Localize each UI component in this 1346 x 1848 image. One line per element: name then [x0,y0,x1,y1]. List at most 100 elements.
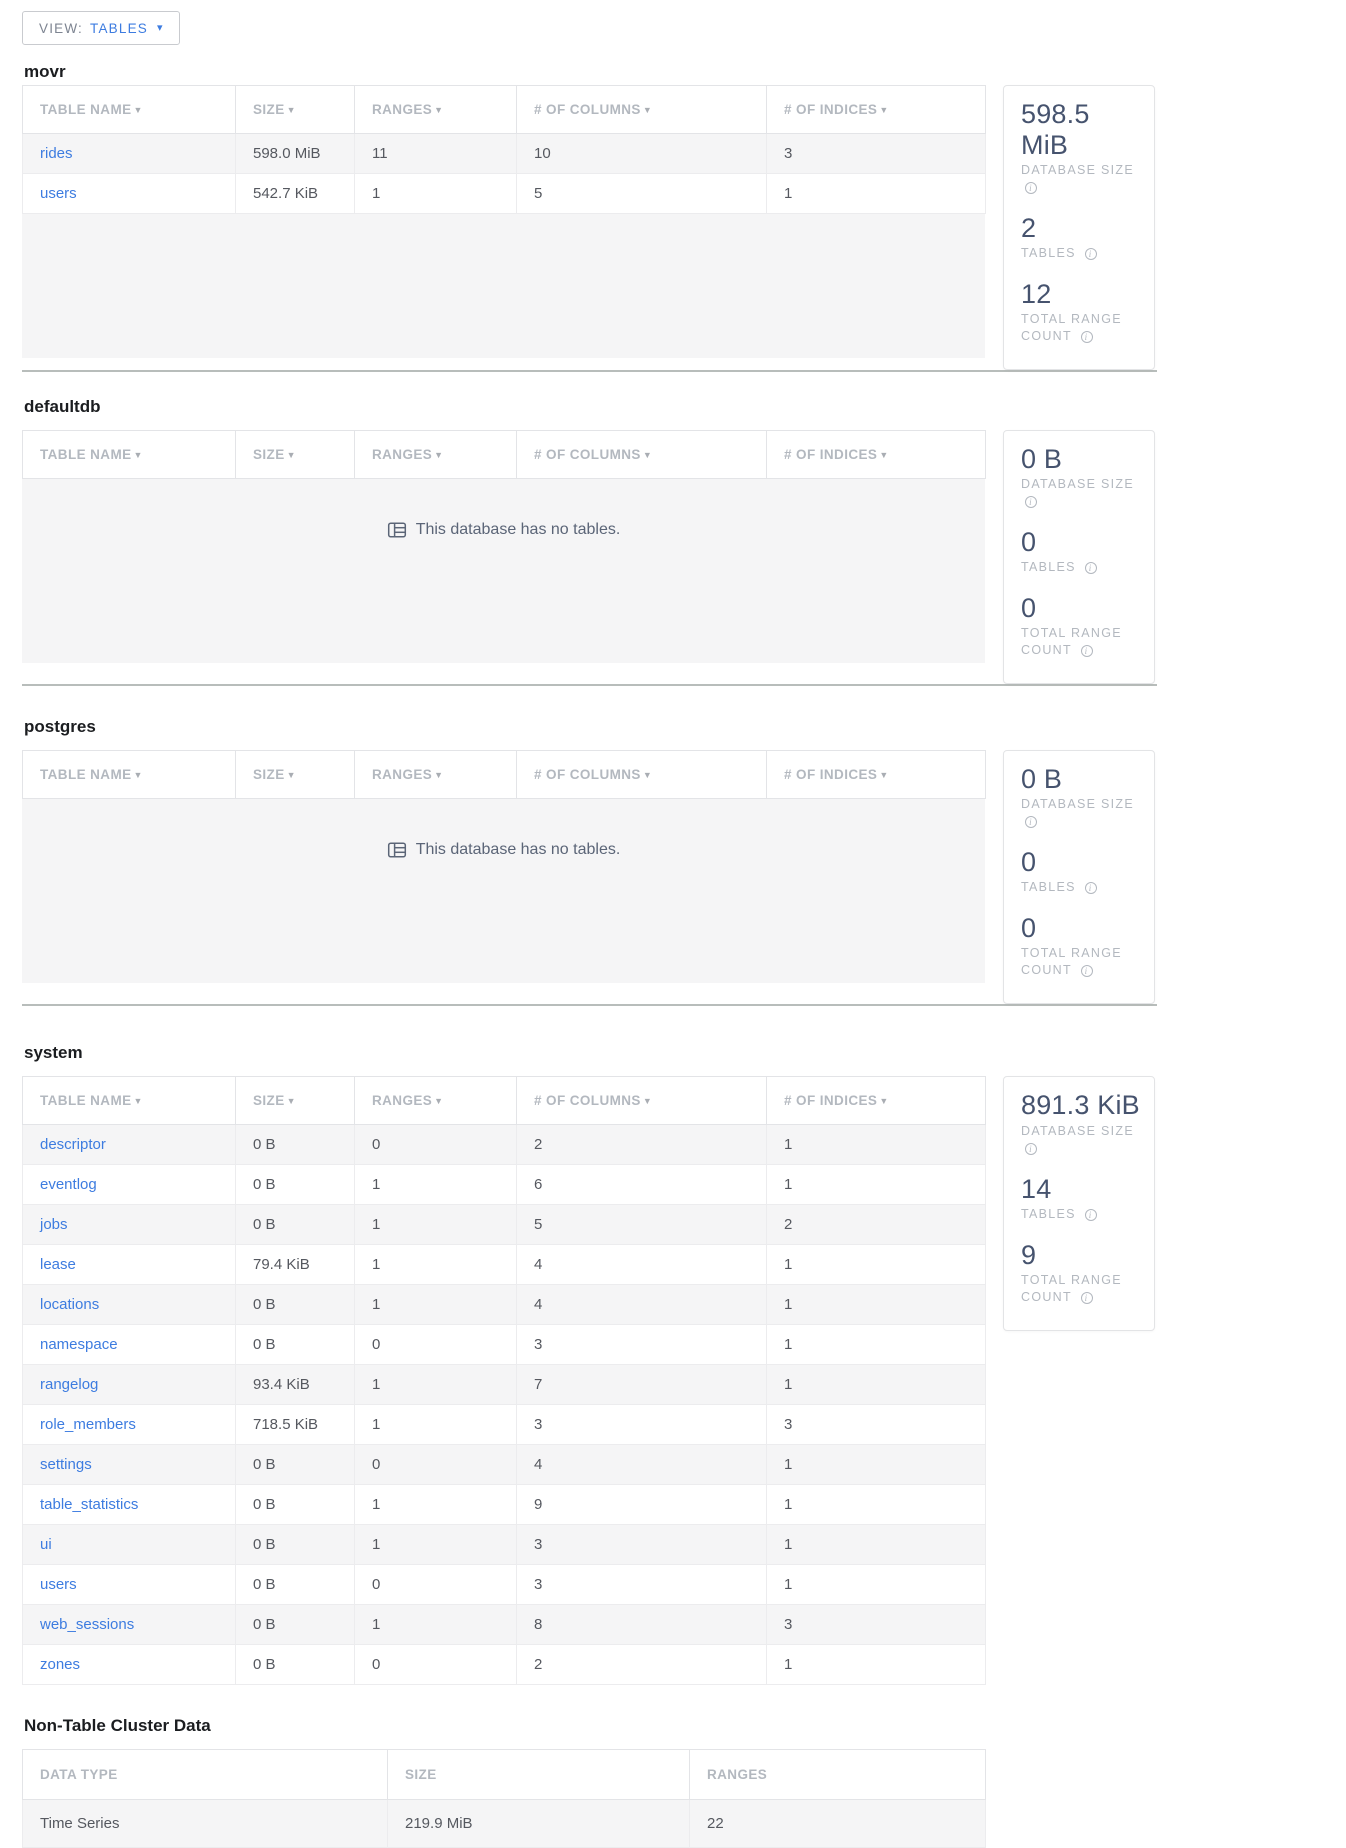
column-header-size[interactable]: SIZE▼ [236,1077,355,1125]
table-row: zones0 B021 [23,1645,986,1685]
cell-value: 1 [767,1645,986,1685]
database-tables-area: TABLE NAME▼SIZE▼RANGES▼# OF COLUMNS▼# OF… [22,430,985,663]
column-header-table-name[interactable]: TABLE NAME▼ [23,1077,236,1125]
column-header-size[interactable]: SIZE▼ [236,751,355,799]
column-header-label: # OF COLUMNS [534,1093,641,1108]
cell-value: 79.4 KiB [236,1245,355,1285]
stat-value: 9 [1021,1240,1144,1271]
column-header-table-name[interactable]: TABLE NAME▼ [23,751,236,799]
table-name-link[interactable]: rangelog [40,1376,98,1393]
column-header-label: TABLE NAME [40,1093,132,1108]
info-icon[interactable]: i [1025,496,1037,508]
table-row: lease79.4 KiB141 [23,1245,986,1285]
column-header-of-indices[interactable]: # OF INDICES▼ [767,431,986,479]
view-dropdown-label: VIEW: [39,21,83,36]
table-name-link[interactable]: role_members [40,1416,136,1433]
column-header-size[interactable]: SIZE▼ [236,431,355,479]
cell-value: 8 [517,1605,767,1645]
info-icon[interactable]: i [1081,965,1093,977]
sort-desc-icon: ▼ [134,450,143,460]
sort-desc-icon: ▼ [879,770,888,780]
column-header-of-columns[interactable]: # OF COLUMNS▼ [517,751,767,799]
info-icon[interactable]: i [1085,562,1097,574]
table-row: users0 B031 [23,1565,986,1605]
stat-table-count: 2 TABLES i [1021,213,1144,262]
table-icon [387,840,407,860]
table-name-link[interactable]: lease [40,1256,76,1273]
column-header-label: RANGES [372,1093,432,1108]
section-filler [22,214,985,358]
cell-value: 0 B [236,1325,355,1365]
table-row: jobs0 B152 [23,1205,986,1245]
cell-value: 0 B [236,1205,355,1245]
table-row: rangelog93.4 KiB171 [23,1365,986,1405]
cell-name: eventlog [23,1165,236,1205]
column-header-of-indices[interactable]: # OF INDICES▼ [767,751,986,799]
cell-name: zones [23,1645,236,1685]
column-header-label: SIZE [253,102,285,117]
column-header-ranges[interactable]: RANGES▼ [355,1077,517,1125]
non-table-section: Non-Table Cluster Data DATA TYPESIZERANG… [22,1713,1157,1848]
column-header-label: DATA TYPE [40,1767,118,1782]
info-icon[interactable]: i [1025,182,1037,194]
cell-value: 1 [767,1245,986,1285]
column-header-of-columns[interactable]: # OF COLUMNS▼ [517,86,767,134]
table-name-link[interactable]: locations [40,1296,99,1313]
table-name-link[interactable]: rides [40,145,73,162]
cell-value: 1 [767,1125,986,1165]
table-name-link[interactable]: users [40,185,77,202]
cell-name: settings [23,1445,236,1485]
empty-tables-area: This database has no tables. [22,479,985,581]
table-name-link[interactable]: eventlog [40,1176,97,1193]
column-header-of-columns[interactable]: # OF COLUMNS▼ [517,431,767,479]
info-icon[interactable]: i [1025,816,1037,828]
table-name-link[interactable]: settings [40,1456,92,1473]
table-row: table_statistics0 B191 [23,1485,986,1525]
database-tables-area: TABLE NAME▼SIZE▼RANGES▼# OF COLUMNS▼# OF… [22,1076,985,1685]
column-header-ranges[interactable]: RANGES▼ [355,431,517,479]
column-header-of-columns[interactable]: # OF COLUMNS▼ [517,1077,767,1125]
column-header-label: SIZE [253,767,285,782]
info-icon[interactable]: i [1081,1292,1093,1304]
sort-desc-icon: ▼ [287,770,296,780]
table-name-link[interactable]: web_sessions [40,1616,134,1633]
stat-range-count: 0 TOTAL RANGE COUNT i [1021,593,1144,659]
table-name-link[interactable]: zones [40,1656,80,1673]
info-icon[interactable]: i [1085,248,1097,260]
column-header-table-name[interactable]: TABLE NAME▼ [23,86,236,134]
stat-database-size: 0 B DATABASE SIZE i [1021,764,1144,830]
cell-name: namespace [23,1325,236,1365]
column-header-size[interactable]: SIZE▼ [236,86,355,134]
column-header-table-name[interactable]: TABLE NAME▼ [23,431,236,479]
table-name-link[interactable]: table_statistics [40,1496,138,1513]
cell-value: 0 [355,1645,517,1685]
column-header-label: SIZE [253,447,285,462]
table-name-link[interactable]: users [40,1576,77,1593]
info-icon[interactable]: i [1085,882,1097,894]
column-header-ranges[interactable]: RANGES▼ [355,751,517,799]
cell-value: 0 B [236,1165,355,1205]
view-mode-dropdown[interactable]: VIEW: TABLES ▾ [22,11,180,45]
table-name-link[interactable]: descriptor [40,1136,106,1153]
stat-value: 0 [1021,847,1144,878]
table-name-link[interactable]: jobs [40,1216,68,1233]
sort-desc-icon: ▼ [643,450,652,460]
column-header-data-type: DATA TYPE [23,1750,388,1800]
table-name-link[interactable]: ui [40,1536,52,1553]
info-icon[interactable]: i [1081,645,1093,657]
info-icon[interactable]: i [1081,331,1093,343]
column-header-of-indices[interactable]: # OF INDICES▼ [767,86,986,134]
stat-range-count: 9 TOTAL RANGE COUNT i [1021,1240,1144,1306]
table-header-row: TABLE NAME▼SIZE▼RANGES▼# OF COLUMNS▼# OF… [23,86,986,134]
stat-table-count: 0 TABLES i [1021,527,1144,576]
info-icon[interactable]: i [1025,1143,1037,1155]
cell-value: 0 B [236,1525,355,1565]
cell-value: 1 [767,1285,986,1325]
info-icon[interactable]: i [1085,1209,1097,1221]
table-row: web_sessions0 B183 [23,1605,986,1645]
table-name-link[interactable]: namespace [40,1336,118,1353]
column-header-of-indices[interactable]: # OF INDICES▼ [767,1077,986,1125]
column-header-ranges[interactable]: RANGES▼ [355,86,517,134]
column-header-ranges: RANGES [690,1750,986,1800]
table-row: namespace0 B031 [23,1325,986,1365]
